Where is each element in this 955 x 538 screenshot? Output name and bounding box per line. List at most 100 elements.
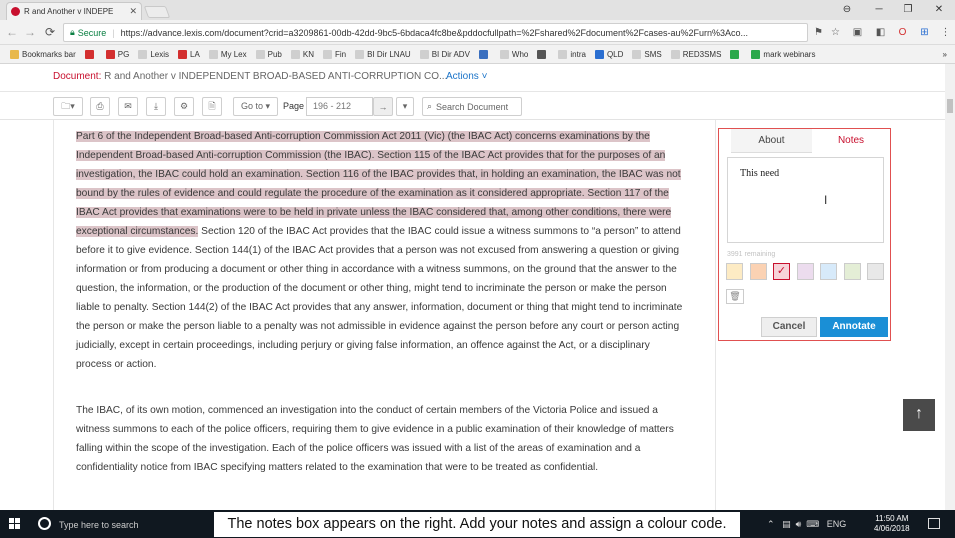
extension-icon[interactable]: ▣ xyxy=(851,26,864,39)
page-dropdown-icon[interactable]: ▾ xyxy=(396,97,414,116)
page-go-button[interactable]: → xyxy=(373,97,393,116)
bookmark-item[interactable] xyxy=(730,49,742,59)
extension-icon[interactable]: ◧ xyxy=(874,26,887,39)
goto-dropdown[interactable]: Go to ▾ xyxy=(233,97,278,116)
bookmark-icon xyxy=(355,49,365,59)
bookmark-item[interactable]: Bookmarks bar xyxy=(10,49,76,59)
document-icon[interactable]: 🗎︎ xyxy=(202,97,222,116)
actions-menu[interactable]: Actions ˅ xyxy=(446,71,487,82)
new-tab-button[interactable] xyxy=(143,6,171,18)
lexis-favicon-icon xyxy=(11,7,20,16)
system-tray[interactable]: ⌃ ▤ 🔊︎ ⌨ ENG xyxy=(767,519,846,530)
translate-icon[interactable]: ⚑ xyxy=(812,26,825,39)
windows-extension-icon[interactable]: ⊞ xyxy=(918,26,931,39)
search-document-input[interactable]: ⌕ Search Document xyxy=(422,97,522,116)
bookmark-icon xyxy=(594,49,604,59)
bookmark-item[interactable]: PG xyxy=(105,49,129,59)
bookmark-item[interactable]: BI Dir LNAU xyxy=(355,49,411,59)
scroll-to-top-button[interactable]: ↑ xyxy=(903,399,935,431)
chrome-menu-icon[interactable]: ⋮ xyxy=(939,26,952,39)
secure-label: Secure xyxy=(77,27,107,38)
search-icon: ⌕ xyxy=(427,101,433,111)
bookmark-icon xyxy=(208,49,218,59)
download-icon[interactable]: ⤓ xyxy=(146,97,166,116)
bookmark-icon xyxy=(419,49,429,59)
bookmark-item[interactable] xyxy=(84,49,97,59)
bookmark-item[interactable] xyxy=(478,49,491,59)
document-title: Document: R and Another v INDEPENDENT BR… xyxy=(53,71,447,82)
highlighted-text[interactable]: Part 6 of the Independent Broad-based An… xyxy=(76,131,681,237)
bookmark-item[interactable]: BI Dir ADV xyxy=(419,49,470,59)
bookmark-icon xyxy=(290,49,300,59)
characters-remaining: 3991 remaining xyxy=(727,251,776,258)
color-swatch[interactable] xyxy=(749,263,767,280)
color-swatch[interactable]: ✓ xyxy=(773,263,790,280)
cancel-button[interactable]: Cancel xyxy=(761,317,817,337)
page-range-input[interactable]: 196 - 212 xyxy=(306,97,373,116)
network-icon[interactable]: ▤ xyxy=(782,519,791,529)
bookmark-item[interactable]: Lexis xyxy=(138,49,169,59)
bookmark-icon xyxy=(323,49,332,59)
bookmark-item[interactable]: mark webinars xyxy=(751,49,816,59)
scrollbar[interactable] xyxy=(945,64,955,510)
bookmark-label: mark webinars xyxy=(763,49,816,59)
bookmark-item[interactable]: Pub xyxy=(255,49,282,59)
tab-notes[interactable]: Notes xyxy=(812,129,890,153)
bookmark-item[interactable]: Who xyxy=(499,49,529,59)
minimize-button[interactable]: ─ xyxy=(864,2,894,18)
taskbar-search-input[interactable]: Type here to search xyxy=(59,520,139,530)
browser-tab[interactable]: R and Another v INDEPE ✕ xyxy=(6,2,142,20)
reload-icon[interactable]: ⟳ xyxy=(42,24,58,40)
folder-dropdown-icon[interactable]: 🗀︎▾ xyxy=(53,97,83,116)
bookmark-icon xyxy=(499,49,509,59)
star-icon[interactable]: ☆ xyxy=(829,26,842,39)
bookmark-label: QLD xyxy=(606,49,624,59)
bookmark-label: LA xyxy=(190,49,200,59)
email-icon[interactable]: ✉ xyxy=(118,97,138,116)
color-swatch[interactable] xyxy=(726,263,743,280)
trash-icon[interactable]: 🗑︎ xyxy=(726,289,744,304)
bookmark-item[interactable]: Fin xyxy=(323,49,346,59)
back-arrow-icon[interactable]: ← xyxy=(4,24,20,40)
tab-close-icon[interactable]: ✕ xyxy=(129,6,137,17)
bookmark-icon xyxy=(138,49,148,59)
bookmark-item[interactable]: intra xyxy=(558,49,586,59)
bookmark-label: RED3SMS xyxy=(682,49,722,59)
settings-icon[interactable]: ⚙ xyxy=(174,97,194,116)
opera-icon[interactable]: O xyxy=(896,26,909,39)
close-window-button[interactable]: ✕ xyxy=(924,2,954,18)
language-indicator[interactable]: ENG xyxy=(827,519,847,529)
bookmark-item[interactable]: QLD xyxy=(594,49,624,59)
print-icon[interactable]: ⎙ xyxy=(90,97,110,116)
bookmark-item[interactable]: LA xyxy=(178,49,200,59)
volume-icon[interactable]: 🔊︎ xyxy=(796,519,802,529)
forward-arrow-icon[interactable]: → xyxy=(22,24,38,40)
bookmark-item[interactable]: RED3SMS xyxy=(670,49,722,59)
cortana-icon[interactable] xyxy=(38,517,51,530)
tray-chevron-icon[interactable]: ⌃ xyxy=(767,519,775,529)
bookmark-item[interactable]: My Lex xyxy=(208,49,247,59)
keyboard-icon[interactable]: ⌨ xyxy=(806,519,819,529)
bookmark-item[interactable] xyxy=(537,49,549,59)
bookmark-item[interactable]: KN xyxy=(290,49,314,59)
restore-button[interactable]: ❐ xyxy=(893,2,923,18)
tab-about[interactable]: About xyxy=(731,129,812,153)
color-swatch[interactable] xyxy=(796,263,814,280)
address-bar[interactable]: 🔒︎ Secure | https://advance.lexis.com/do… xyxy=(63,23,808,42)
profile-icon[interactable]: ⊖ xyxy=(832,2,862,18)
tab-strip xyxy=(0,0,955,20)
bookmark-label: Who xyxy=(511,49,529,59)
bookmark-icon xyxy=(670,49,680,59)
bookmark-label: My Lex xyxy=(220,49,247,59)
bookmarks-overflow-icon[interactable]: » xyxy=(943,50,947,59)
notification-icon[interactable] xyxy=(928,518,940,529)
bookmark-item[interactable]: SMS xyxy=(632,49,662,59)
color-swatch[interactable] xyxy=(867,263,884,280)
taskbar-clock[interactable]: 11:50 AM 4/06/2018 xyxy=(874,514,910,534)
scrollbar-thumb[interactable] xyxy=(947,99,953,113)
color-swatch[interactable] xyxy=(843,263,861,280)
annotate-button[interactable]: Annotate xyxy=(820,317,888,337)
windows-start-icon[interactable] xyxy=(9,518,21,530)
note-textarea[interactable]: This need xyxy=(727,157,884,243)
color-swatch[interactable] xyxy=(820,263,837,280)
